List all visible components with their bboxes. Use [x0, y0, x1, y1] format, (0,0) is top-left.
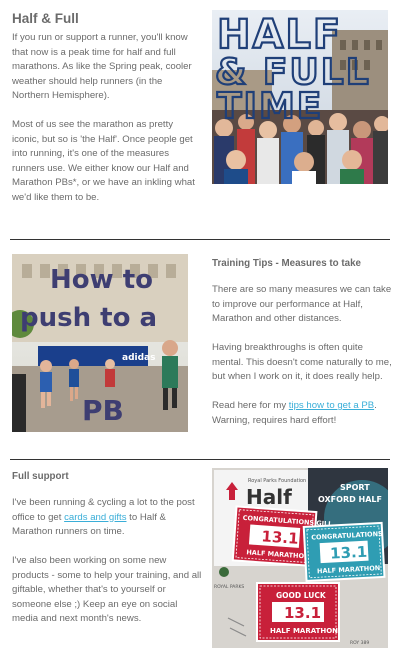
half-full-time-image[interactable]: HALF & FULL TIME [212, 10, 388, 184]
section2-para1: There are so many measures we can take t… [212, 284, 392, 324]
section3-title: Full support [12, 471, 69, 482]
image-text-how-to: How to [50, 265, 153, 295]
section1-para2: Most of us see the marathon as pretty ic… [12, 119, 195, 203]
image-text-push-to-a: push to a [20, 303, 157, 333]
section2-para3-pre: Read here for my [212, 400, 289, 411]
oxford-sport-text: SPORT [340, 483, 370, 492]
section1-para1: If you run or support a runner, you'll k… [12, 32, 192, 101]
section3-text: Full support I've been running & cycling… [12, 470, 202, 627]
section-full-support: Full support I've been running & cycling… [0, 460, 400, 652]
section2-title: Training Tips - Measures to take [212, 258, 361, 269]
section3-para1: I've been running & cycling a lot to the… [12, 496, 202, 540]
section2-para2: Having breakthroughs is often quite ment… [212, 342, 392, 382]
royal-parks-label: ROYAL PARKS [214, 584, 244, 590]
section3-para2: I've also been working on some new produ… [12, 555, 202, 624]
pb-tips-link[interactable]: tips how to get a PB [289, 400, 374, 411]
oxford-half-text: OXFORD HALF [318, 495, 382, 504]
push-to-pb-image[interactable]: adidas How to push to a PB [12, 254, 188, 432]
card3-number: 13.1 [284, 604, 321, 622]
image-text-pb: PB [82, 394, 124, 427]
section2-text: Training Tips - Measures to take There a… [212, 257, 392, 428]
section1-title: Half & Full [12, 11, 79, 26]
image-title-line3: TIME [217, 86, 323, 127]
card1-number: 13.1 [261, 527, 299, 548]
card3-bottom-text: HALF MARATHON [270, 627, 338, 635]
bib-small-text: Royal Parks Foundation [248, 478, 306, 484]
adidas-banner-text: adidas [122, 353, 155, 363]
cards-and-gifts-link[interactable]: cards and gifts [64, 512, 126, 523]
bib-number-text: ROY 389 [350, 640, 369, 646]
card2-number: 13.1 [330, 543, 368, 563]
section-half-and-full: Half & Full If you run or support a runn… [0, 0, 400, 232]
bib-title-half: Half [246, 485, 292, 509]
section2-para3: Read here for my tips how to get a PB. W… [212, 399, 392, 428]
race-bib-cards-image[interactable]: Royal Parks Foundation Half SPORT OXFORD… [212, 468, 388, 648]
section-training-tips: adidas How to push to a PB Training Tips… [0, 240, 400, 452]
section1-text: Half & Full If you run or support a runn… [12, 10, 202, 205]
card3-top-text: GOOD LUCK [276, 591, 327, 600]
